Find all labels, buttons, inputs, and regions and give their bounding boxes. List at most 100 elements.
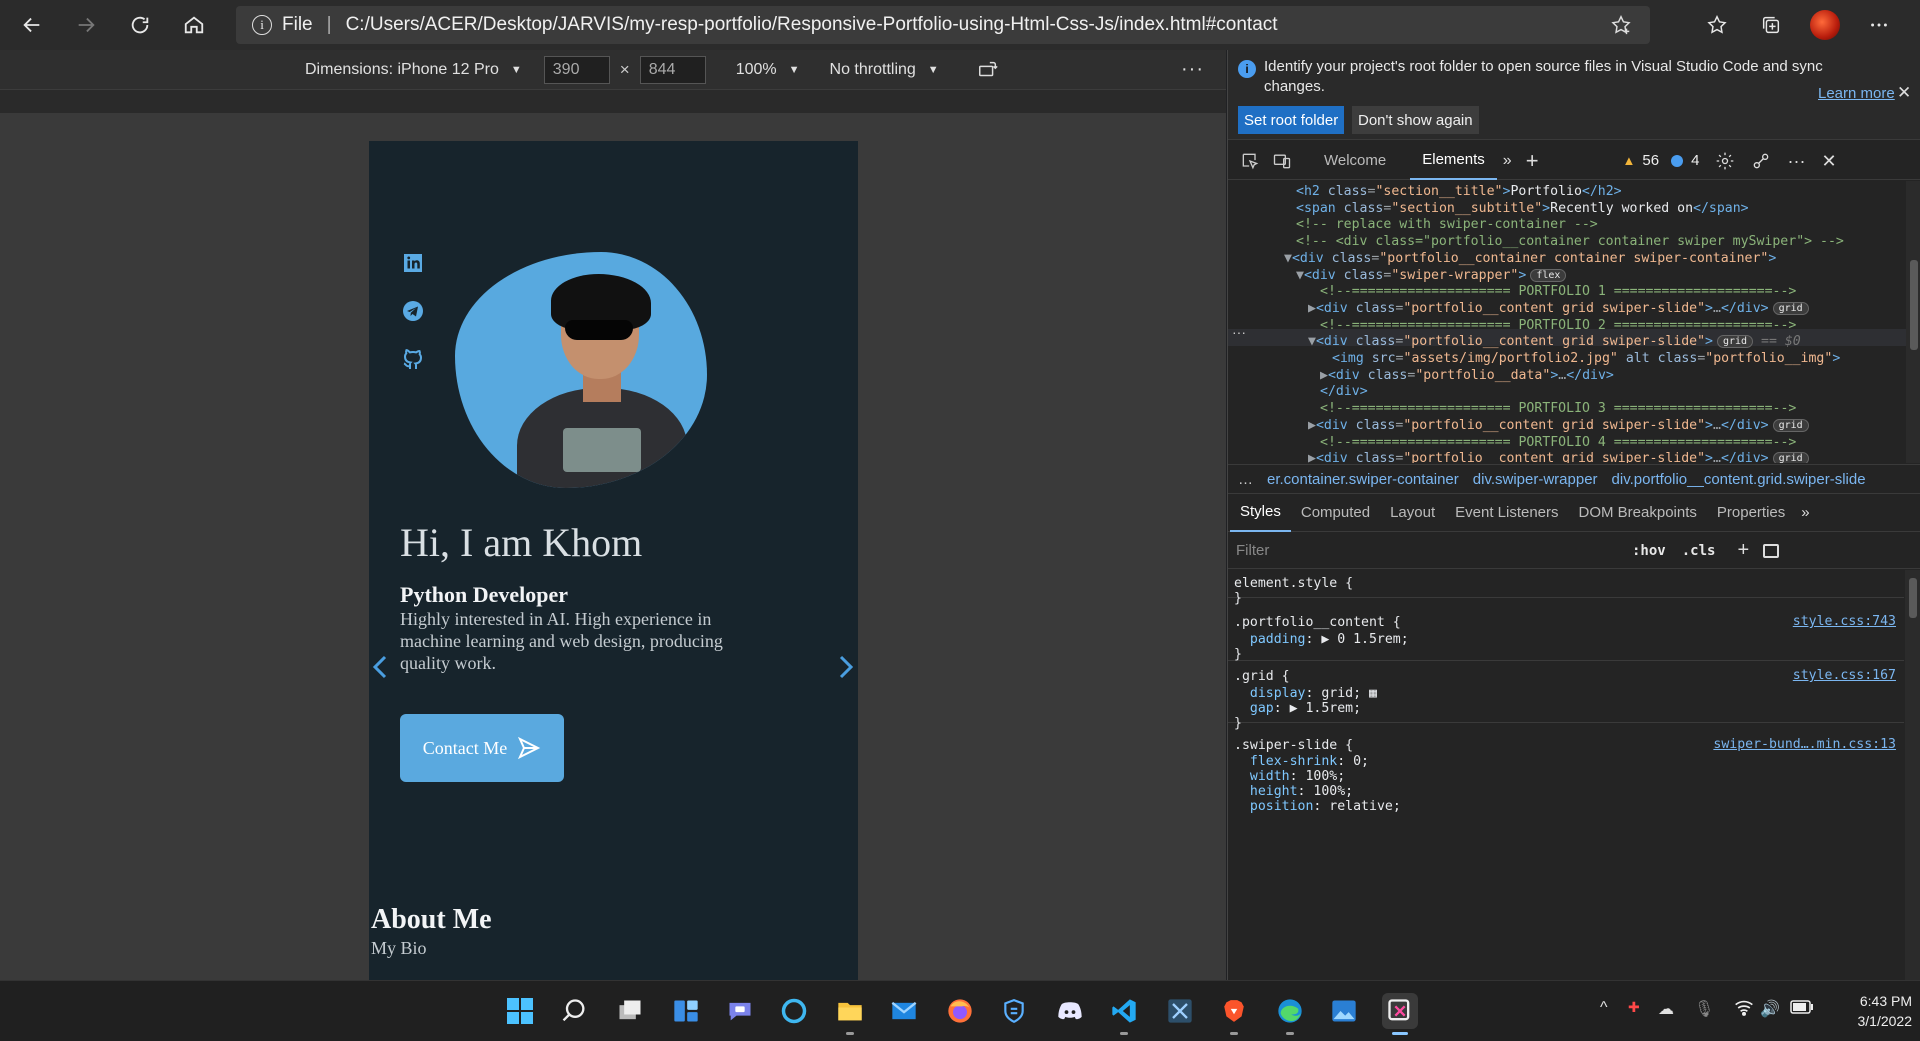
dom-node-line[interactable]: <!--==================== PORTFOLIO 2 ===… (1320, 317, 1796, 334)
collections-button[interactable] (1744, 5, 1798, 45)
teams-chat-button[interactable] (722, 993, 758, 1029)
profile-button[interactable] (1798, 5, 1852, 45)
dom-node-line[interactable]: <span class="section__subtitle">Recently… (1296, 200, 1749, 217)
device-dropdown[interactable]: Dimensions: iPhone 12 Pro ▼ (305, 61, 522, 79)
favorites-button[interactable] (1690, 5, 1744, 45)
address-bar[interactable]: i File | C:/Users/ACER/Desktop/JARVIS/my… (236, 6, 1650, 44)
styles-scrollbar[interactable] (1905, 570, 1920, 980)
system-clock[interactable]: 6:43 PM 3/1/2022 (1836, 991, 1913, 1031)
contact-me-button[interactable]: Contact Me (400, 714, 564, 782)
stylesheet-source-link[interactable]: style.css:167 (1793, 668, 1896, 683)
dom-node-line[interactable]: <!-- <div class="portfolio__container co… (1296, 233, 1844, 250)
github-icon[interactable] (401, 347, 425, 371)
rotate-icon[interactable] (977, 59, 999, 81)
swiper-next-button[interactable] (837, 654, 855, 680)
dom-node-line[interactable]: <!--==================== PORTFOLIO 3 ===… (1320, 400, 1796, 417)
tab-dom-breakpoints[interactable]: DOM Breakpoints (1569, 494, 1707, 532)
dom-node-line[interactable]: ▶<div class="portfolio__data">…</div> (1320, 367, 1614, 384)
snipping-tool-button[interactable] (1162, 993, 1198, 1029)
hov-toggle[interactable]: :hov (1632, 543, 1666, 559)
styles-scrollbar-thumb[interactable] (1909, 578, 1917, 618)
tab-properties[interactable]: Properties (1707, 494, 1795, 532)
computed-sidebar-toggle-icon[interactable] (1763, 543, 1780, 558)
dom-node-line[interactable]: <!-- replace with swiper-container --> (1296, 216, 1598, 233)
search-button[interactable] (556, 993, 592, 1029)
new-style-rule-icon[interactable]: + (1737, 539, 1749, 562)
gear-icon[interactable] (1715, 151, 1735, 171)
dom-node-line[interactable]: <img src="assets/img/portfolio2.jpg" alt… (1332, 350, 1840, 367)
dom-node-line[interactable]: <!--==================== PORTFOLIO 4 ===… (1320, 434, 1796, 451)
url-text[interactable]: C:/Users/ACER/Desktop/JARVIS/my-resp-por… (346, 14, 1278, 36)
swiper-prev-button[interactable] (371, 654, 389, 680)
style-declaration-line[interactable]: padding: ▶ 0 1.5rem; (1234, 631, 1409, 648)
more-tabs-icon[interactable]: » (1801, 504, 1809, 521)
tab-welcome[interactable]: Welcome (1312, 142, 1398, 180)
discord-button[interactable] (1052, 993, 1088, 1029)
learn-more-link[interactable]: Learn more (1818, 85, 1895, 102)
refresh-button[interactable] (118, 5, 162, 45)
style-declaration-line[interactable]: .swiper-slide { (1234, 737, 1353, 754)
dom-node-line[interactable]: <!--==================== PORTFOLIO 1 ===… (1320, 283, 1796, 300)
chevron-up-icon[interactable]: ^ (1600, 999, 1608, 1017)
style-declaration-line[interactable]: .grid { (1234, 668, 1290, 685)
device-height-input[interactable]: 844 (639, 55, 706, 84)
breadcrumb-item[interactable]: div.portfolio__content.grid.swiper-slide (1612, 471, 1866, 488)
mail-button[interactable] (886, 993, 922, 1029)
tab-layout[interactable]: Layout (1380, 494, 1445, 532)
linkedin-icon[interactable] (401, 251, 425, 275)
active-app-button[interactable] (1382, 993, 1418, 1035)
breadcrumb-item[interactable]: div.swiper-wrapper (1473, 471, 1598, 488)
close-icon[interactable]: ✕ (1821, 151, 1836, 171)
firefox-button[interactable] (942, 993, 978, 1029)
back-button[interactable] (10, 5, 54, 45)
zoom-dropdown[interactable]: 100% ▼ (736, 61, 800, 79)
devtools-more-button[interactable]: ··· (1787, 151, 1805, 171)
volume-icon[interactable]: 🔊 (1760, 999, 1780, 1019)
device-emulation-icon[interactable] (1272, 151, 1292, 171)
stylesheet-source-link[interactable]: swiper-bund….min.css:13 (1713, 737, 1896, 752)
home-button[interactable] (172, 5, 216, 45)
photos-button[interactable] (1326, 993, 1362, 1029)
forward-button[interactable] (64, 5, 108, 45)
pinned-app-button[interactable] (996, 993, 1032, 1029)
info-icon[interactable]: i (252, 15, 272, 35)
file-explorer-button[interactable] (832, 993, 868, 1035)
add-tab-icon[interactable]: + (1526, 148, 1539, 174)
settings-menu-button[interactable] (1852, 5, 1906, 45)
brave-button[interactable] (1216, 993, 1252, 1035)
breadcrumb-overflow[interactable]: … (1238, 471, 1253, 488)
antivirus-tray-icon[interactable]: ✚ (1628, 999, 1640, 1016)
battery-icon[interactable] (1790, 999, 1814, 1020)
cls-toggle[interactable]: .cls (1682, 543, 1716, 559)
dom-node-line[interactable]: ▶<div class="portfolio__content grid swi… (1308, 300, 1809, 317)
vscode-button[interactable] (1106, 993, 1142, 1035)
telegram-icon[interactable] (401, 299, 425, 323)
start-button[interactable] (502, 993, 538, 1029)
style-declaration-line[interactable]: } (1234, 590, 1242, 607)
dom-node-line[interactable]: ▼<div class="portfolio__container contai… (1284, 250, 1776, 267)
dom-node-line[interactable]: <h2 class="section__title">Portfolio</h2… (1296, 183, 1622, 200)
style-declaration-line[interactable]: position: relative; (1234, 798, 1401, 815)
tab-elements[interactable]: Elements (1410, 142, 1497, 180)
dom-tree[interactable]: <h2 class="section__title">Portfolio</h2… (1228, 181, 1906, 463)
wifi-icon[interactable] (1734, 999, 1754, 1022)
style-declaration-line[interactable]: } (1234, 646, 1242, 663)
widgets-button[interactable] (668, 993, 704, 1029)
network-conditions-icon[interactable] (1751, 151, 1771, 171)
microphone-icon[interactable]: 🎙 (1694, 999, 1714, 1019)
dom-node-line[interactable]: </div> (1320, 383, 1368, 400)
onedrive-icon[interactable]: ☁ (1658, 999, 1674, 1019)
add-favorite-icon[interactable] (1610, 14, 1632, 36)
dom-node-line[interactable]: ▼<div class="portfolio__content grid swi… (1308, 333, 1801, 350)
device-width-input[interactable]: 390 (543, 55, 610, 84)
tab-styles[interactable]: Styles (1230, 494, 1291, 532)
stylesheet-source-link[interactable]: style.css:743 (1793, 614, 1896, 629)
style-declaration-line[interactable]: gap: ▶ 1.5rem; (1234, 700, 1361, 717)
dom-scrollbar-thumb[interactable] (1910, 260, 1918, 350)
dom-node-line[interactable]: ▶<div class="portfolio__content grid swi… (1308, 417, 1809, 434)
task-view-button[interactable] (612, 993, 648, 1029)
dont-show-again-button[interactable]: Don't show again (1352, 106, 1479, 134)
dom-node-line[interactable]: ▼<div class="swiper-wrapper"> flex (1296, 267, 1567, 284)
style-declaration-line[interactable]: .portfolio__content { (1234, 614, 1401, 631)
device-more-button[interactable]: ··· (1181, 58, 1204, 81)
